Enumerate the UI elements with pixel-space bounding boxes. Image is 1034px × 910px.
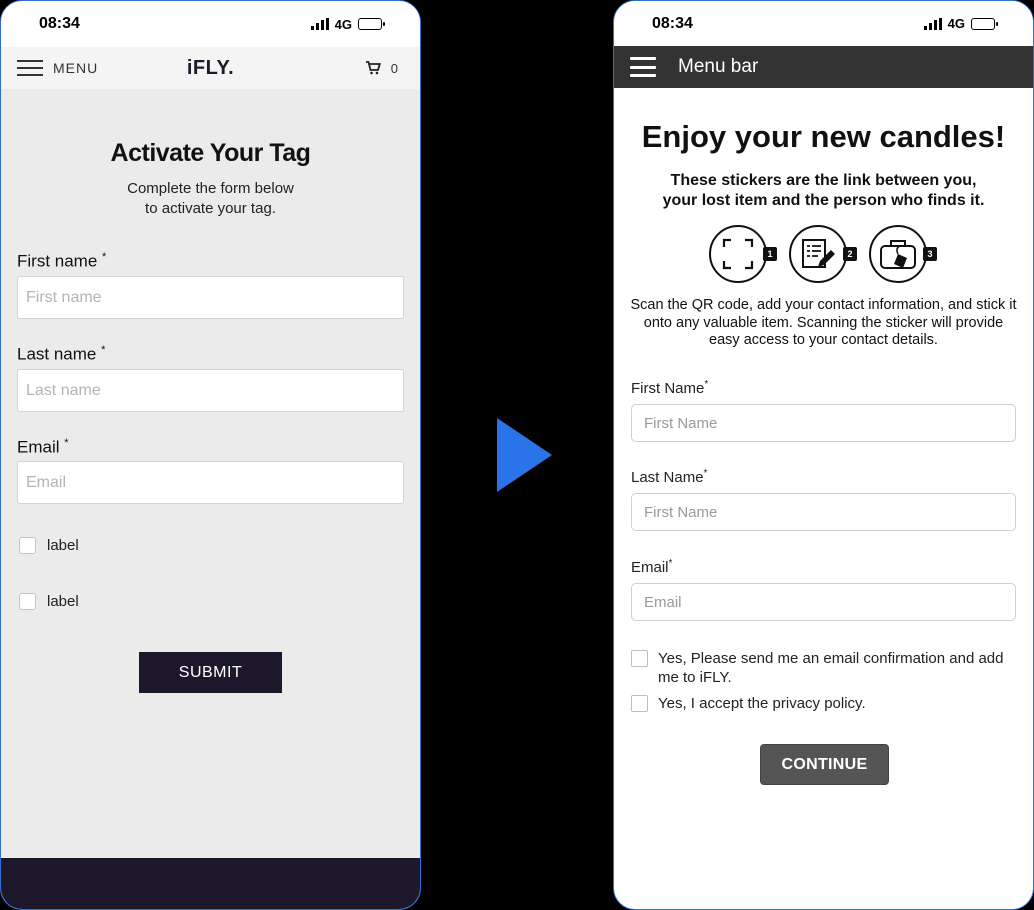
menu-bar: Menu bar xyxy=(614,46,1033,88)
required-mark: * xyxy=(102,251,107,263)
checkbox-label: label xyxy=(47,593,79,610)
signal-icon xyxy=(923,17,942,30)
network-type: 4G xyxy=(334,16,352,32)
label-text: First name xyxy=(17,251,98,271)
phone-before: 08:34 4G MENU iFLY. 0 Activate Your Tag … xyxy=(0,0,421,910)
first-name-input[interactable] xyxy=(17,276,404,319)
step-number: 3 xyxy=(923,247,937,261)
checkbox-2[interactable]: label xyxy=(19,593,79,610)
status-time: 08:34 xyxy=(652,14,693,32)
checkbox-label: label xyxy=(47,537,79,554)
checkbox-label: Yes, I accept the privacy policy. xyxy=(658,695,866,712)
label-text: Email xyxy=(631,559,669,576)
label-text: Last name xyxy=(17,344,97,364)
first-name-label: First Name* xyxy=(631,379,708,397)
instructions-text: Scan the QR code, add your contact infor… xyxy=(630,297,1017,348)
menu-icon[interactable] xyxy=(630,57,656,77)
page-title: Enjoy your new candles! xyxy=(641,119,1006,154)
submit-button[interactable]: SUBMIT xyxy=(139,652,282,693)
required-mark: * xyxy=(64,437,69,449)
page-subtitle: Complete the form below to activate your… xyxy=(1,179,420,219)
first-name-label: First name * xyxy=(17,251,106,272)
email-label: Email * xyxy=(17,437,69,458)
checkbox-1[interactable]: label xyxy=(19,537,79,554)
checkbox-box[interactable] xyxy=(19,537,36,554)
email-label: Email* xyxy=(631,558,672,576)
required-mark: * xyxy=(668,558,673,569)
required-mark: * xyxy=(704,379,709,390)
menu-bar-label[interactable]: Menu bar xyxy=(678,56,758,78)
status-indicators: 4G xyxy=(310,16,385,32)
cart-count: 0 xyxy=(390,60,398,76)
menu-icon[interactable] xyxy=(17,60,43,76)
status-indicators: 4G xyxy=(923,16,998,31)
battery-icon xyxy=(971,17,998,30)
checkbox-label: Yes, Please send me an email confirmatio… xyxy=(658,650,1004,686)
status-bar: 08:34 4G xyxy=(614,1,1033,46)
label-text: First Name xyxy=(631,380,705,397)
continue-button[interactable]: CONTINUE xyxy=(760,744,889,785)
ifly-logo[interactable]: iFLY. xyxy=(187,57,234,80)
signal-icon xyxy=(310,18,329,30)
form-edit-icon xyxy=(789,225,847,283)
last-name-label: Last name * xyxy=(17,344,105,365)
first-name-input[interactable] xyxy=(631,404,1016,442)
battery-icon xyxy=(358,18,385,30)
step-3: 3 xyxy=(869,225,937,283)
required-mark: * xyxy=(101,344,106,356)
last-name-label: Last Name* xyxy=(631,468,707,486)
network-type: 4G xyxy=(947,16,965,31)
subtitle-line: These stickers are the link between you, xyxy=(670,172,977,189)
step-number: 2 xyxy=(843,247,857,261)
step-1: 1 xyxy=(709,225,777,283)
site-header: MENU iFLY. 0 xyxy=(1,47,420,89)
last-name-input[interactable] xyxy=(17,369,404,412)
status-time: 08:34 xyxy=(39,15,80,32)
step-number: 1 xyxy=(763,247,777,261)
required-mark: * xyxy=(703,468,708,479)
status-bar: 08:34 4G xyxy=(1,1,420,47)
transition-arrow-icon xyxy=(497,418,552,492)
last-name-input[interactable] xyxy=(631,493,1016,531)
steps-row: 1 2 3 xyxy=(709,225,937,283)
checkbox-box[interactable] xyxy=(19,593,36,610)
page-title: Activate Your Tag xyxy=(110,139,311,167)
subtitle-line: to activate your tag. xyxy=(145,200,276,217)
label-text: Last Name xyxy=(631,469,704,486)
email-input[interactable] xyxy=(631,583,1016,621)
privacy-policy-checkbox[interactable]: Yes, I accept the privacy policy. xyxy=(631,694,1011,713)
label-text: Email xyxy=(17,437,60,457)
email-input[interactable] xyxy=(17,461,404,504)
subtitle-line: Complete the form below xyxy=(127,180,294,197)
phone-after: 08:34 4G Menu bar Enjoy your new candles… xyxy=(613,0,1034,910)
cart-button[interactable]: 0 xyxy=(365,61,398,76)
step-2: 2 xyxy=(789,225,857,283)
subtitle-line: your lost item and the person who finds … xyxy=(662,192,985,209)
email-confirmation-checkbox[interactable]: Yes, Please send me an email confirmatio… xyxy=(631,649,1011,687)
qr-scan-icon xyxy=(709,225,767,283)
luggage-tag-icon xyxy=(869,225,927,283)
page-subtitle: These stickers are the link between you,… xyxy=(614,171,1033,211)
cart-icon xyxy=(365,61,381,75)
menu-label[interactable]: MENU xyxy=(53,60,98,76)
site-footer xyxy=(1,858,420,909)
checkbox-box[interactable] xyxy=(631,650,648,667)
checkbox-box[interactable] xyxy=(631,695,648,712)
